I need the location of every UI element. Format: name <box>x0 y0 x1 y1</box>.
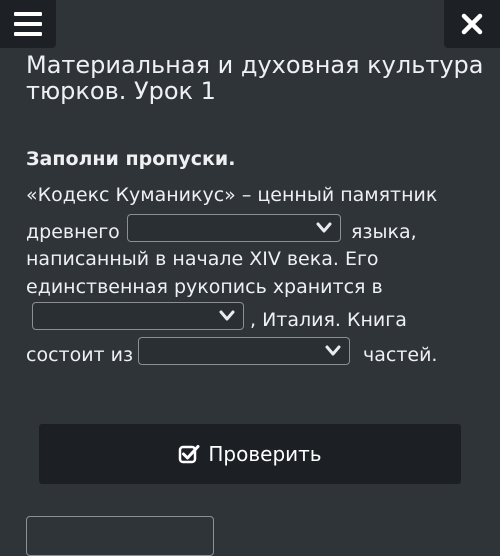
check-button-label: Проверить <box>208 442 322 466</box>
parts-dropdown[interactable] <box>138 337 350 365</box>
exercise-line: частей. <box>363 344 438 366</box>
exercise-line: языка, <box>351 221 417 243</box>
chevron-down-icon <box>325 345 341 356</box>
page-title: Материальная и духовная культура тюрков.… <box>26 51 484 105</box>
exercise-line: состоит из <box>26 344 134 366</box>
menu-button[interactable] <box>0 0 56 48</box>
menu-icon-bar <box>14 12 42 16</box>
close-button[interactable] <box>444 0 500 48</box>
chevron-down-icon <box>219 310 235 321</box>
close-icon <box>461 13 483 35</box>
exercise-instruction: Заполни пропуски. <box>26 148 236 170</box>
exercise-line: древнего <box>26 221 120 243</box>
exercise-line: единственная рукопись хранится в <box>26 276 383 298</box>
chevron-down-icon <box>316 222 332 233</box>
language-dropdown[interactable] <box>127 214 341 242</box>
check-button[interactable]: Проверить <box>39 424 461 484</box>
city-dropdown[interactable] <box>32 302 244 330</box>
menu-icon-bar <box>14 22 42 26</box>
exercise-line: , Италия. Книга <box>250 309 407 331</box>
next-button[interactable] <box>26 516 214 556</box>
menu-icon-bar <box>14 32 42 36</box>
exercise-line: написанный в начале XIV века. Его <box>26 248 379 270</box>
exercise-line: «Кодекс Куманикус» – ценный памятник <box>26 184 438 206</box>
checkbox-check-icon <box>179 445 200 464</box>
